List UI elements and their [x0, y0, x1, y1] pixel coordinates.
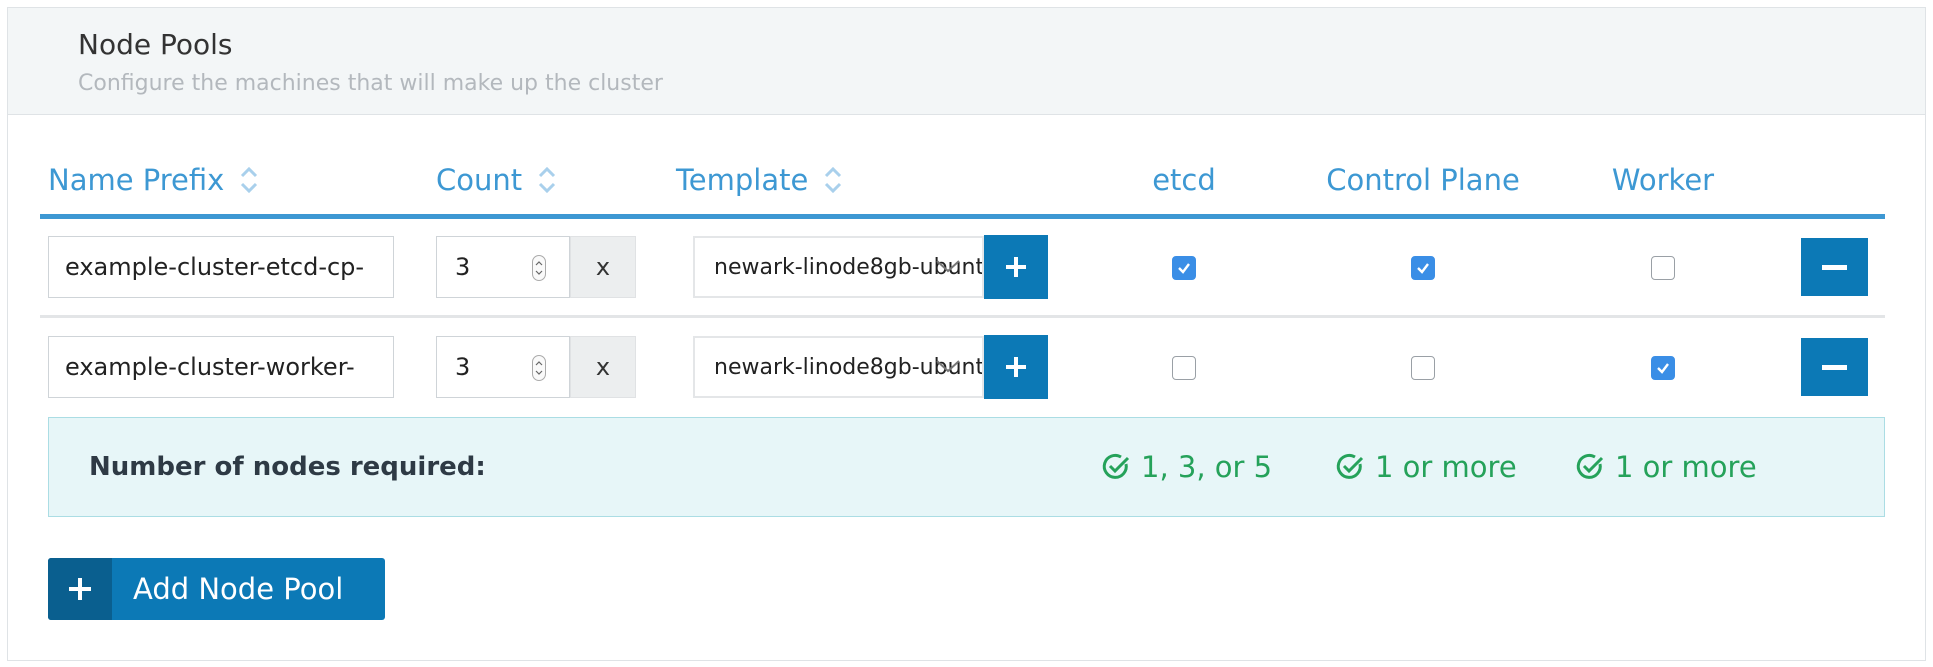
count-value: 3: [455, 353, 471, 381]
column-header-template[interactable]: Template: [676, 163, 844, 197]
remove-node-pool-button[interactable]: [1801, 338, 1868, 396]
sort-icon: [539, 166, 556, 194]
count-input[interactable]: 3: [436, 236, 570, 298]
check-circle-icon: [1102, 453, 1130, 479]
worker-checkbox[interactable]: [1651, 256, 1675, 280]
row-divider: [40, 315, 1885, 318]
checkmark-icon: [1178, 263, 1190, 274]
nodes-required-label: Number of nodes required:: [89, 452, 486, 482]
worker-requirement-text: 1 or more: [1615, 450, 1757, 484]
etcd-checkbox[interactable]: [1172, 356, 1196, 380]
column-header-count[interactable]: Count: [436, 163, 558, 197]
checkmark-icon: [1417, 263, 1429, 274]
sort-icon: [241, 166, 258, 194]
etcd-checkbox[interactable]: [1172, 256, 1196, 280]
count-value: 3: [455, 253, 471, 281]
count-stepper[interactable]: [532, 255, 546, 281]
column-header-label: Count: [436, 163, 523, 197]
count-multiplier: x: [570, 336, 636, 398]
count-multiplier: x: [570, 236, 636, 298]
column-header-name-prefix[interactable]: Name Prefix: [48, 163, 260, 197]
etcd-requirement: 1, 3, or 5: [1101, 418, 1272, 516]
add-template-button[interactable]: [984, 335, 1048, 399]
chevron-down-icon: [936, 360, 960, 373]
checkmark-icon: [1657, 363, 1669, 374]
check-circle-icon: [1576, 453, 1604, 479]
minus-icon: [1822, 264, 1847, 270]
worker-checkbox[interactable]: [1651, 356, 1675, 380]
panel-header: Node Pools Configure the machines that w…: [8, 8, 1925, 115]
column-header-label: Name Prefix: [48, 163, 225, 197]
header-divider: [40, 214, 1885, 219]
control-plane-requirement: 1 or more: [1335, 418, 1517, 516]
count-stepper[interactable]: [532, 355, 546, 381]
panel-title: Node Pools: [78, 28, 233, 61]
name-prefix-input[interactable]: example-cluster-etcd-cp-: [48, 236, 394, 298]
column-header-etcd: etcd: [1152, 163, 1216, 197]
nodes-required-banner: Number of nodes required: 1, 3, or 5 1 o…: [48, 417, 1885, 517]
control-plane-checkbox[interactable]: [1411, 356, 1435, 380]
add-template-button[interactable]: [984, 235, 1048, 299]
plus-icon: [1006, 357, 1026, 377]
sort-icon: [825, 166, 842, 194]
template-select[interactable]: newark-linode8gb-ubuntu: [693, 236, 984, 298]
chevron-down-icon: [936, 260, 960, 273]
panel-subtitle: Configure the machines that will make up…: [78, 71, 663, 96]
worker-requirement: 1 or more: [1575, 418, 1757, 516]
add-node-pool-label: Add Node Pool: [133, 572, 344, 606]
column-header-control-plane: Control Plane: [1326, 163, 1520, 197]
column-header-label: Template: [676, 163, 809, 197]
etcd-requirement-text: 1, 3, or 5: [1141, 450, 1273, 484]
control-plane-checkbox[interactable]: [1411, 256, 1435, 280]
check-circle-icon: [1336, 453, 1364, 479]
plus-icon: [48, 558, 112, 620]
remove-node-pool-button[interactable]: [1801, 238, 1868, 296]
count-input[interactable]: 3: [436, 336, 570, 398]
template-select[interactable]: newark-linode8gb-ubuntu: [693, 336, 984, 398]
add-node-pool-button[interactable]: Add Node Pool: [48, 558, 385, 620]
column-header-worker: Worker: [1611, 163, 1715, 197]
plus-icon: [1006, 257, 1026, 277]
minus-icon: [1822, 364, 1847, 370]
name-prefix-input[interactable]: example-cluster-worker-: [48, 336, 394, 398]
control-plane-requirement-text: 1 or more: [1375, 450, 1517, 484]
